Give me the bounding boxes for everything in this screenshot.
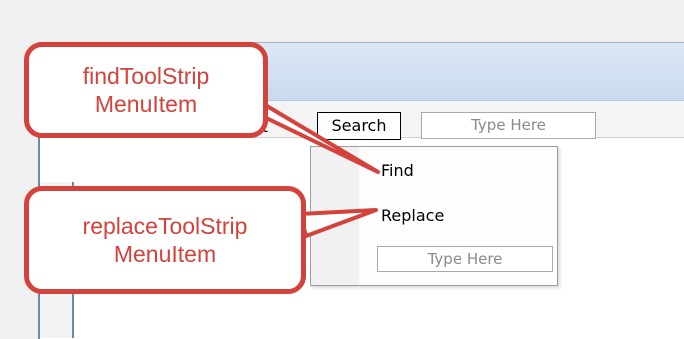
find-callout-pointer — [248, 94, 380, 174]
replace-callout: replaceToolStrip MenuItem — [24, 186, 306, 294]
find-callout: findToolStrip MenuItem — [24, 42, 268, 138]
replace-callout-pointer — [298, 208, 378, 238]
replace-callout-line1: replaceToolStrip — [82, 213, 248, 239]
replace-callout-line2: MenuItem — [113, 241, 217, 267]
find-callout-line2: MenuItem — [94, 91, 198, 117]
find-callout-line1: findToolStrip — [82, 63, 210, 89]
